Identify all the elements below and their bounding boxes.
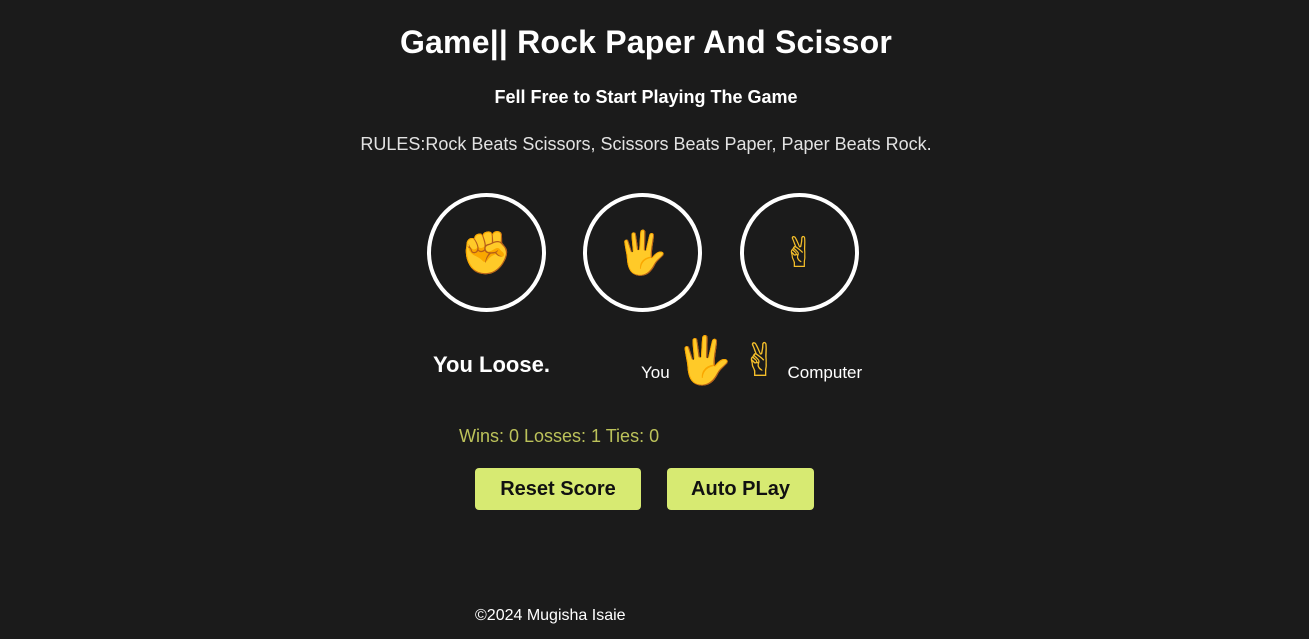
game-page: Game|| Rock Paper And Scissor Fell Free … [0,0,1309,639]
footer-copyright: ©2024 Mugisha Isaie [475,607,626,624]
computer-label: Computer [787,363,863,382]
reset-score-button[interactable]: Reset Score [475,468,641,510]
victory-hand-icon: ✌ [781,227,818,277]
score-text: Wins: 0 Losses: 1 Ties: 0 [459,426,660,446]
page-subtitle: Fell Free to Start Playing The Game [494,87,798,107]
raised-fist-icon: ✊ [460,227,513,277]
result-text: You Loose. [433,352,550,377]
page-title: Game|| Rock Paper And Scissor [399,24,893,60]
player-move-raised-hand-icon: 🖐 [675,333,733,387]
scissors-button[interactable]: ✌ [740,193,859,312]
rules-text: RULES:Rock Beats Scissors, Scissors Beat… [360,134,932,154]
paper-button[interactable]: 🖐 [583,193,702,312]
moves-display: You 🖐 ✌ Computer [641,325,862,383]
auto-play-button[interactable]: Auto PLay [667,468,814,510]
raised-hand-icon: 🖐 [616,227,669,277]
you-label: You [641,363,670,382]
rock-button[interactable]: ✊ [427,193,546,312]
computer-move-victory-hand-icon: ✌ [740,333,780,387]
